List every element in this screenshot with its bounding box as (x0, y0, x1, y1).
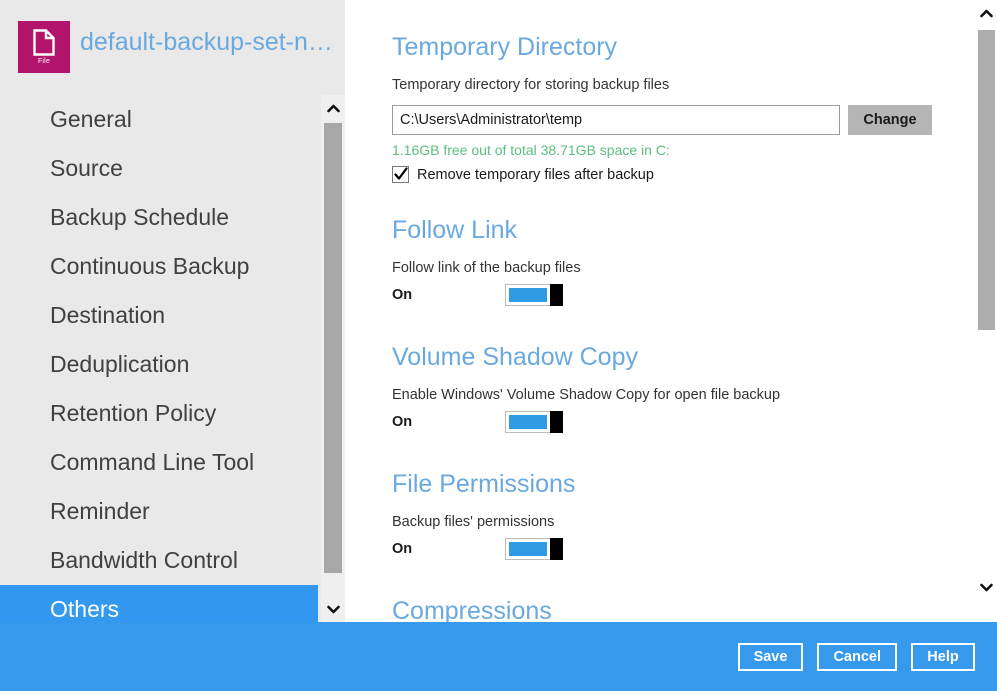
sidebar-item-label: General (50, 106, 132, 132)
sidebar-item-label: Reminder (50, 498, 150, 524)
sidebar-item-bandwidth-control[interactable]: Bandwidth Control (0, 536, 318, 585)
section-title-follow-link: Follow Link (392, 216, 518, 244)
cancel-button[interactable]: Cancel (817, 642, 897, 671)
sidebar-item-label: Backup Schedule (50, 204, 230, 230)
toggle-knob (550, 411, 563, 433)
volume-shadow-copy-toggle-row: On (392, 411, 780, 433)
section-file-permissions: File Permissions Backup files' permissio… (392, 470, 575, 560)
sidebar-item-reminder[interactable]: Reminder (0, 487, 318, 536)
toggle-track (509, 542, 547, 556)
settings-content-panel: Temporary Directory Temporary directory … (345, 0, 975, 622)
file-permissions-toggle[interactable] (505, 538, 563, 560)
remove-temp-files-checkbox[interactable] (392, 166, 409, 183)
page-title: default-backup-set-n… (80, 28, 330, 56)
toggle-knob (550, 538, 563, 560)
sidebar-scroll-up-icon[interactable] (321, 95, 345, 121)
remove-temp-files-checkbox-row[interactable]: Remove temporary files after backup (392, 166, 932, 183)
follow-link-description: Follow link of the backup files (392, 260, 581, 276)
section-title-volume-shadow-copy: Volume Shadow Copy (392, 343, 638, 371)
content-scroll-up-icon[interactable] (975, 0, 997, 26)
temporary-directory-row: Change (392, 105, 932, 135)
change-button[interactable]: Change (848, 105, 932, 135)
sidebar-item-general[interactable]: General (0, 95, 318, 144)
sidebar-item-label: Retention Policy (50, 400, 217, 426)
sidebar-panel: File default-backup-set-n… General Source… (0, 0, 345, 622)
sidebar-nav-list: General Source Backup Schedule Continuous B… (0, 95, 318, 622)
file-document-icon: File (18, 21, 70, 73)
volume-shadow-copy-toggle[interactable] (505, 411, 563, 433)
follow-link-toggle-row: On (392, 284, 581, 306)
help-button[interactable]: Help (911, 642, 975, 671)
disk-space-status: 1.16GB free out of total 38.71GB space i… (392, 142, 670, 158)
toggle-knob (550, 284, 563, 306)
settings-window: File default-backup-set-n… General Source… (0, 0, 997, 691)
sidebar-item-command-line-tool[interactable]: Command Line Tool (0, 438, 318, 487)
sidebar-item-retention-policy[interactable]: Retention Policy (0, 389, 318, 438)
sidebar-item-continuous-backup[interactable]: Continuous Backup (0, 242, 318, 291)
sidebar-item-backup-schedule[interactable]: Backup Schedule (0, 193, 318, 242)
follow-link-toggle[interactable] (505, 284, 563, 306)
sidebar-item-deduplication[interactable]: Deduplication (0, 340, 318, 389)
temporary-directory-input[interactable] (392, 105, 840, 135)
sidebar-item-label: Deduplication (50, 351, 190, 377)
sidebar-scroll-thumb[interactable] (324, 123, 342, 573)
volume-shadow-copy-description: Enable Windows' Volume Shadow Copy for o… (392, 387, 781, 403)
file-icon-caption: File (37, 58, 51, 65)
volume-shadow-copy-state-label: On (392, 414, 413, 430)
content-scrollbar[interactable] (975, 0, 997, 622)
section-volume-shadow-copy: Volume Shadow Copy Enable Windows' Volum… (392, 343, 780, 433)
section-title-compressions: Compressions (392, 597, 552, 622)
file-permissions-toggle-row: On (392, 538, 575, 560)
sidebar-item-label: Source (50, 155, 123, 181)
remove-temp-files-label: Remove temporary files after backup (417, 166, 654, 183)
sidebar-scroll-down-icon[interactable] (321, 596, 345, 622)
content-scroll-thumb[interactable] (978, 30, 995, 330)
sidebar-item-label: Bandwidth Control (50, 547, 238, 573)
footer-bar: Save Cancel Help (0, 622, 997, 691)
section-title-file-permissions: File Permissions (392, 470, 576, 498)
sidebar-item-destination[interactable]: Destination (0, 291, 318, 340)
toggle-track (509, 288, 547, 302)
section-temporary-directory: Temporary Directory Temporary directory … (392, 33, 932, 183)
sidebar-item-label: Continuous Backup (50, 253, 250, 279)
checkmark-icon (394, 167, 408, 187)
sidebar-item-label: Command Line Tool (50, 449, 255, 475)
section-follow-link: Follow Link Follow link of the backup fi… (392, 216, 581, 306)
save-button[interactable]: Save (737, 642, 804, 671)
sidebar-scrollbar[interactable] (321, 95, 345, 622)
sidebar-item-source[interactable]: Source (0, 144, 318, 193)
file-permissions-state-label: On (392, 541, 413, 557)
backup-set-header: File default-backup-set-n… (0, 0, 345, 95)
document-glyph (33, 29, 55, 56)
section-compressions: Compressions (392, 597, 552, 622)
sidebar-item-label: Others (50, 596, 120, 622)
sidebar-item-label: Destination (50, 302, 166, 328)
content-scroll-down-icon[interactable] (975, 574, 997, 600)
file-permissions-description: Backup files' permissions (392, 514, 555, 530)
toggle-track (509, 415, 547, 429)
follow-link-state-label: On (392, 287, 413, 303)
section-title-temporary-directory: Temporary Directory (392, 33, 618, 61)
sidebar-item-others[interactable]: Others (0, 585, 318, 622)
temporary-directory-description: Temporary directory for storing backup f… (392, 77, 670, 93)
